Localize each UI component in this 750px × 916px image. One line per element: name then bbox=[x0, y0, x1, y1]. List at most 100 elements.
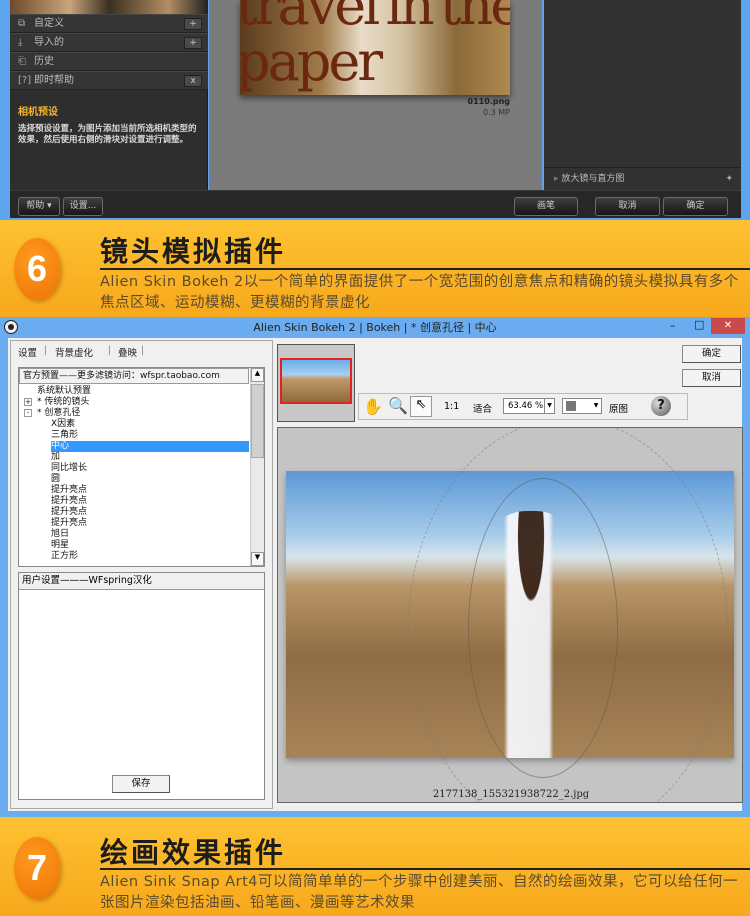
row-history[interactable]: ⎗ 历史 bbox=[10, 52, 208, 71]
divider bbox=[100, 868, 750, 870]
section-title: 绘画效果插件 bbox=[100, 836, 287, 869]
view-toolbar: ✋ 🔍 ⇖ 1:1 适合 63.46 % ▼ ▼ 原图 ? bbox=[358, 393, 688, 420]
tree-item[interactable]: 提升亮点 bbox=[51, 518, 87, 529]
save-button[interactable]: 保存 bbox=[112, 775, 170, 793]
history-icon: ⎗ bbox=[18, 56, 26, 67]
chevron-down-icon: ▼ bbox=[544, 399, 554, 413]
window-title: Alien Skin Bokeh 2 | Bokeh | * 创意孔径 | 中心 bbox=[253, 321, 497, 334]
right-panel: ▸ 放大镜与直方图 ✦ bbox=[544, 0, 741, 190]
pin-icon[interactable]: ✦ bbox=[725, 168, 733, 190]
cancel-button[interactable]: 取消 bbox=[682, 369, 741, 387]
preview-file-name: 2177138_155321938722_2.jpg bbox=[432, 789, 590, 800]
row-label: 自定义 bbox=[34, 18, 64, 29]
user-settings-box[interactable]: 用户设置———WFspring汉化 bbox=[18, 572, 265, 800]
section-7-banner: 7 绘画效果插件 Alien Sink Snap Art4可以简简单单的一个步骤… bbox=[0, 817, 750, 916]
tab-overlay[interactable]: 叠映 bbox=[118, 345, 137, 359]
tree-item[interactable]: 提升亮点 bbox=[51, 507, 87, 518]
section-number: 7 bbox=[14, 837, 60, 899]
ok-button[interactable]: 确定 bbox=[682, 345, 741, 363]
bokeh-window: Alien Skin Bokeh 2 | Bokeh | * 创意孔径 | 中心… bbox=[0, 317, 750, 817]
tree-item[interactable]: 正方形 bbox=[51, 551, 78, 562]
file-size: 0.3 MP bbox=[483, 108, 510, 117]
zoom-value: 63.46 % bbox=[508, 401, 544, 411]
add-button[interactable]: + bbox=[184, 37, 202, 49]
file-name: 0110.png bbox=[467, 97, 510, 106]
chevron-down-icon: ▼ bbox=[593, 402, 599, 409]
ok-button[interactable]: 确定 bbox=[663, 197, 728, 216]
help-icon[interactable]: ? bbox=[651, 396, 671, 416]
zoom-select[interactable]: 63.46 % ▼ bbox=[503, 398, 555, 414]
section-title: 镜头模拟插件 bbox=[100, 235, 287, 268]
section-number: 6 bbox=[14, 238, 60, 300]
navigator-thumbnail[interactable] bbox=[277, 344, 355, 422]
tree-item[interactable]: 加 bbox=[51, 452, 60, 463]
actual-size-button[interactable]: 1:1 bbox=[444, 401, 459, 412]
row-label: 历史 bbox=[34, 56, 54, 67]
row-imported[interactable]: ⤓ 导入的 + bbox=[10, 33, 208, 52]
section-label: 放大镜与直方图 bbox=[561, 174, 625, 184]
tree-item[interactable]: 同比增长 bbox=[51, 463, 87, 474]
settings-button[interactable]: 设置... bbox=[63, 197, 103, 216]
row-instant-help[interactable]: [?] 即时帮助 x bbox=[10, 71, 208, 90]
tab-settings[interactable]: 设置 bbox=[18, 345, 37, 359]
color-select[interactable]: ▼ bbox=[562, 398, 602, 414]
expand-icon[interactable]: + bbox=[24, 398, 32, 406]
tree-item[interactable]: 提升亮点 bbox=[51, 485, 87, 496]
help-button[interactable]: 帮助 ▾ bbox=[18, 197, 60, 216]
center-canvas: Travel in the paper 0110.png 0.3 MP bbox=[209, 0, 542, 190]
collapse-icon[interactable]: - bbox=[24, 409, 32, 417]
tab-separator: | bbox=[141, 345, 145, 356]
custom-icon: ⧉ bbox=[18, 18, 26, 29]
row-custom[interactable]: ⧉ 自定义 + bbox=[10, 14, 208, 33]
select-tool-icon[interactable]: ⇖ bbox=[410, 396, 432, 417]
tree-item[interactable]: 系统默认预置 bbox=[37, 386, 91, 397]
maximize-button[interactable]: □ bbox=[694, 318, 708, 331]
import-icon: ⤓ bbox=[18, 37, 23, 48]
tree-item[interactable]: X因素 bbox=[51, 419, 75, 430]
original-button[interactable]: 原图 bbox=[609, 401, 628, 415]
focus-outer-ring[interactable] bbox=[408, 428, 728, 802]
hand-tool-icon[interactable]: ✋ bbox=[363, 397, 383, 416]
tree-header: 官方预置——更多滤镜访问：wfspr.taobao.com bbox=[19, 368, 249, 384]
scroll-up-icon[interactable]: ▲ bbox=[251, 368, 264, 382]
tab-background-blur[interactable]: 背景虚化 bbox=[55, 345, 93, 359]
section-6-banner: 6 镜头模拟插件 Alien Skin Bokeh 2以一个简单的界面提供了一个… bbox=[0, 220, 750, 317]
section-description: Alien Sink Snap Art4可以简简单单的一个步骤中创建美丽、自然的… bbox=[100, 874, 739, 911]
minimize-button[interactable]: – bbox=[670, 319, 684, 332]
tree-item[interactable]: 圆 bbox=[51, 474, 60, 485]
loupe-histogram-row[interactable]: ▸ 放大镜与直方图 ✦ bbox=[544, 167, 741, 189]
preset-thumbnails[interactable] bbox=[10, 0, 208, 14]
scroll-thumb[interactable] bbox=[251, 384, 264, 458]
add-button[interactable]: + bbox=[184, 18, 202, 30]
preview-area[interactable]: 2177138_155321938722_2.jpg bbox=[277, 427, 743, 803]
tree-item[interactable]: 三角形 bbox=[51, 430, 78, 441]
divider bbox=[100, 268, 750, 270]
row-label: 即时帮助 bbox=[34, 75, 74, 86]
tree-item[interactable]: 提升亮点 bbox=[51, 496, 87, 507]
tree-item[interactable]: 旭日 bbox=[51, 529, 69, 540]
preset-tree[interactable]: 官方预置——更多滤镜访问：wfspr.taobao.com 系统默认预置 * 传统… bbox=[18, 367, 265, 567]
close-button[interactable]: x bbox=[184, 75, 202, 87]
row-label: 导入的 bbox=[34, 37, 64, 48]
help-text: 选择预设设置，为图片添加当前所选相机类型的效果，然后使用右侧的滑块对设置进行调整… bbox=[18, 124, 197, 145]
top-app-screenshot: ⧉ 自定义 + ⤓ 导入的 + ⎗ 历史 [?] 即时帮助 x 相机预设 选择预设设置，为图片… bbox=[0, 0, 750, 220]
cancel-button[interactable]: 取消 bbox=[595, 197, 660, 216]
poster-text: Travel in the paper bbox=[240, 0, 510, 93]
tree-scrollbar[interactable]: ▲ ▼ bbox=[250, 368, 264, 566]
thumbnail-viewport[interactable] bbox=[280, 358, 352, 404]
fit-button[interactable]: 适合 bbox=[473, 401, 492, 415]
zoom-tool-icon[interactable]: 🔍 bbox=[388, 396, 408, 415]
brush-button[interactable]: 画笔 bbox=[514, 197, 578, 216]
close-button[interactable]: ✕ bbox=[711, 318, 745, 334]
help-bracket-icon: [?] bbox=[18, 75, 32, 86]
tree-item[interactable]: 明星 bbox=[51, 540, 69, 551]
window-body: 设置 | 背景虚化 | 叠映 | 官方预置——更多滤镜访问：wfspr.taob… bbox=[8, 338, 743, 811]
tree-item[interactable]: 中心 bbox=[51, 441, 249, 452]
tree-item[interactable]: * 创意孔径 bbox=[37, 408, 80, 419]
tree-item[interactable]: * 传统的镜头 bbox=[37, 397, 89, 408]
section-description: Alien Skin Bokeh 2以一个简单的界面提供了一个宽范围的创意焦点和… bbox=[100, 274, 739, 311]
poster-image: Travel in the paper bbox=[240, 0, 510, 95]
bottom-bar: 帮助 ▾ 设置... 画笔 取消 确定 bbox=[10, 190, 741, 218]
scroll-down-icon[interactable]: ▼ bbox=[251, 552, 264, 566]
user-settings-header: 用户设置———WFspring汉化 bbox=[19, 573, 264, 590]
